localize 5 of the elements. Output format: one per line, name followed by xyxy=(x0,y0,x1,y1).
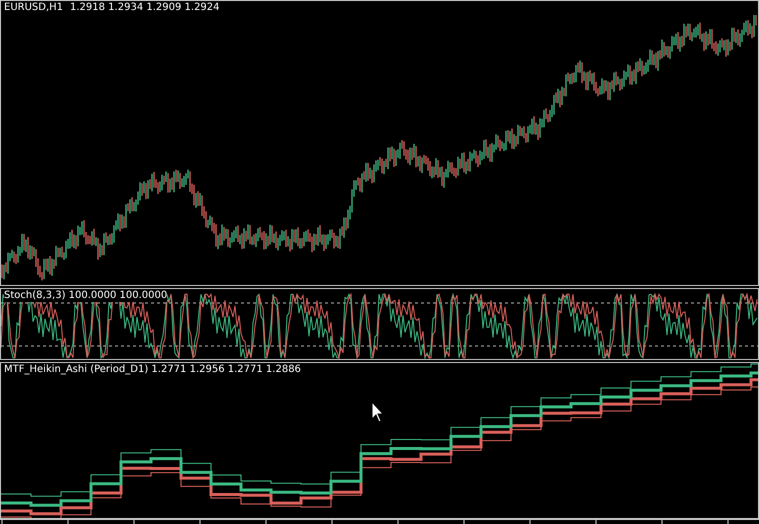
heikin-ashi-label: MTF_Heikin_Ashi (Period_D1) 1.2771 1.2956 1.2771 1.2886 xyxy=(4,364,301,376)
cursor-icon xyxy=(371,401,385,423)
stochastic-label: Stoch(8,3,3) 100.0000 100.0000 xyxy=(4,290,168,302)
symbol-label: EURUSD,H1 xyxy=(4,2,64,14)
price-readings: 1.2918 1.2934 1.2909 1.2924 xyxy=(70,2,220,14)
